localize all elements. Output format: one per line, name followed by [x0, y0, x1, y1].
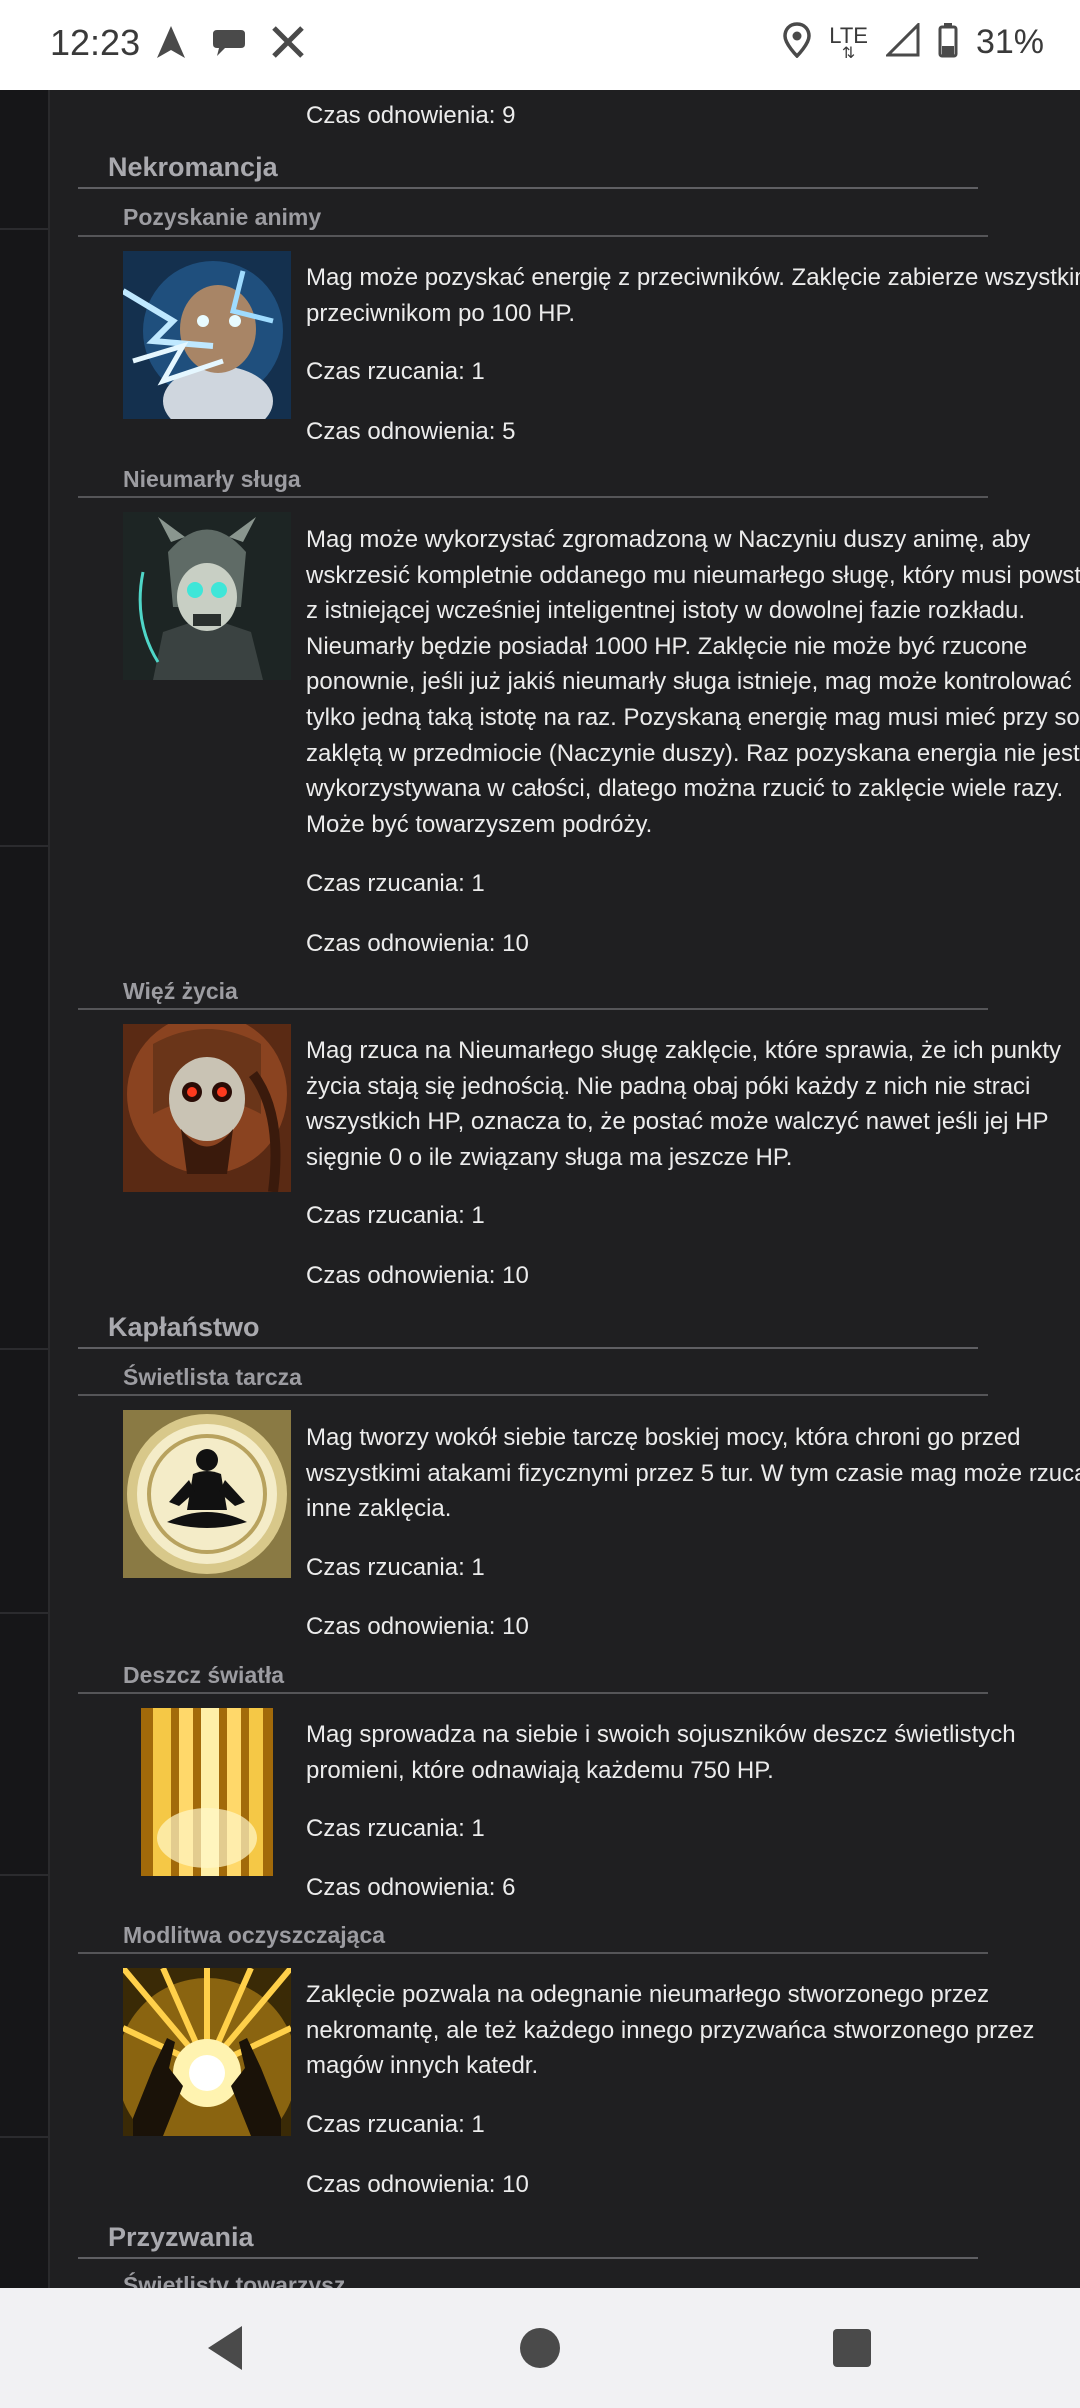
- cooldown-text: Czas odnowienia: 10: [306, 2171, 529, 2198]
- spell-divider: [78, 1952, 988, 1954]
- status-time: 12:23: [50, 22, 141, 63]
- description-line: sięgnie 0 o ile związany sługa ma jeszcz…: [306, 1143, 793, 1171]
- battery-icon: [938, 22, 958, 63]
- description-line: Mag tworzy wokół siebie tarczę boskiej m…: [306, 1424, 1021, 1451]
- network-label: LTE: [829, 22, 868, 48]
- description-line: nekromantę, ale też każdego innego przyz…: [306, 2016, 1035, 2044]
- description-line: Zaklęcie pozwala na odegnanie nieumarłeg…: [306, 1981, 990, 2008]
- spell-description: Zaklęcie pozwala na odegnanie nieumarłeg…: [306, 1977, 1080, 2084]
- category-divider: [78, 2257, 978, 2259]
- category-title-przyzwania: Przyzwania: [108, 2222, 254, 2252]
- spell-title: Deszcz światła: [123, 1662, 285, 1688]
- lightning-wizard-icon: [123, 251, 291, 419]
- x-logo-icon: [271, 25, 305, 64]
- praying-hands-light-icon: [123, 1968, 291, 2136]
- spell-divider: [78, 1394, 988, 1396]
- spell-title: Świetlisty towarzysz: [123, 2272, 346, 2288]
- category-title-nekromancja: Nekromancja: [108, 152, 278, 182]
- description-line: wskrzesić kompletnie oddanego mu nieumar…: [306, 561, 1080, 589]
- battery-percent: 31%: [975, 23, 1044, 61]
- description-line: wykorzystywana w całości, dlatego można …: [306, 775, 1064, 803]
- spell-divider: [78, 1692, 988, 1694]
- navigation-bar: [0, 2288, 1080, 2408]
- description-line: ponownie, jeśli już jakiś nieumarły sług…: [306, 668, 1072, 696]
- category-divider: [78, 1347, 978, 1349]
- description-line: tylko jedną taką istotę na raz. Pozyskan…: [306, 703, 1080, 731]
- back-icon[interactable]: [196, 2316, 260, 2380]
- location-icon: [783, 22, 811, 63]
- spell-description: Mag tworzy wokół siebie tarczę boskiej m…: [306, 1420, 1080, 1527]
- cooldown-text: Czas odnowienia: 10: [306, 1262, 529, 1289]
- navigation-icon: [155, 24, 187, 65]
- cooldown-text: Czas odnowienia: 10: [306, 930, 529, 957]
- cast-time-text: Czas rzucania: 1: [306, 870, 485, 897]
- cast-time-text: Czas rzucania: 1: [306, 1554, 485, 1581]
- recents-icon[interactable]: [820, 2316, 884, 2380]
- spell-description: Mag sprowadza na siebie i swoich sojuszn…: [306, 1717, 1080, 1788]
- chat-icon: [211, 26, 247, 63]
- spell-title: Świetlista tarcza: [123, 1364, 302, 1390]
- spell-title: Więź życia: [123, 978, 238, 1004]
- description-line: z istniejącej wcześniej inteligentnej is…: [306, 597, 1026, 625]
- spell-description: Mag może pozyskać energię z przeciwników…: [306, 260, 1080, 331]
- cooldown-text: Czas odnowienia: 10: [306, 1613, 529, 1640]
- cast-time-text: Czas rzucania: 1: [306, 358, 485, 385]
- meditation-shield-icon: [123, 1410, 291, 1578]
- description-line: wszystkich HP, oznacza to, że postać moż…: [306, 1108, 1049, 1136]
- description-line: magów innych katedr.: [306, 2052, 539, 2080]
- spell-divider: [78, 235, 988, 237]
- description-line: przeciwnikom po 100 HP.: [306, 299, 576, 327]
- light-rain-icon: [123, 1708, 291, 1876]
- cast-time-text: Czas rzucania: 1: [306, 2111, 485, 2138]
- spell-title: Nieumarły sługa: [123, 466, 301, 492]
- spell-divider: [78, 1008, 988, 1010]
- skull-bond-icon: [123, 1024, 291, 1192]
- description-line: promieni, które odnawiają każdemu 750 HP…: [306, 1756, 774, 1784]
- cast-time-text: Czas rzucania: 1: [306, 1815, 485, 1842]
- category-divider: [78, 187, 978, 189]
- description-line: wszystkimi atakami fizycznymi przez 5 tu…: [306, 1459, 1080, 1487]
- description-line: Może być towarzyszem podróży.: [306, 810, 653, 838]
- lte-icon: LTE ⇅: [829, 22, 868, 62]
- cooldown-text: Czas odnowienia: 9: [306, 102, 516, 129]
- spell-description: Mag rzuca na Nieumarłego sługę zaklęcie,…: [306, 1033, 1080, 1175]
- cast-time-text: Czas rzucania: 1: [306, 1202, 485, 1229]
- description-line: Nieumarły będzie posiadał 1000 HP. Zaklę…: [306, 632, 1028, 660]
- description-line: życia stają się jednością. Nie padną oba…: [306, 1072, 1031, 1100]
- description-line: inne zaklęcia.: [306, 1495, 452, 1523]
- undead-servant-icon: [123, 512, 291, 680]
- spell-divider: [78, 496, 988, 498]
- signal-icon: [884, 21, 920, 62]
- cooldown-text: Czas odnowienia: 5: [306, 418, 516, 445]
- category-title-kaplanstwo: Kapłaństwo: [108, 1312, 260, 1342]
- description-line: Mag może pozyskać energię z przeciwników…: [306, 264, 1080, 291]
- status-bar: 12:23 LTE ⇅ 31%: [0, 0, 1080, 90]
- spell-list: Czas odnowienia: 9 Nekromancja Pozyskani…: [0, 90, 1080, 2288]
- description-line: Mag rzuca na Nieumarłego sługę zaklęcie,…: [306, 1037, 1062, 1064]
- description-line: Mag może wykorzystać zgromadzoną w Naczy…: [306, 526, 1031, 553]
- spell-title: Modlitwa oczyszczająca: [123, 1922, 386, 1948]
- spell-title: Pozyskanie animy: [123, 204, 322, 230]
- home-icon[interactable]: [508, 2316, 572, 2380]
- description-line: Mag sprowadza na siebie i swoich sojuszn…: [306, 1721, 1016, 1748]
- description-line: zaklętą w przedmiocie (Naczynie duszy). …: [306, 739, 1080, 767]
- cooldown-text: Czas odnowienia: 6: [306, 1874, 516, 1901]
- spell-description: Mag może wykorzystać zgromadzoną w Naczy…: [306, 522, 1080, 842]
